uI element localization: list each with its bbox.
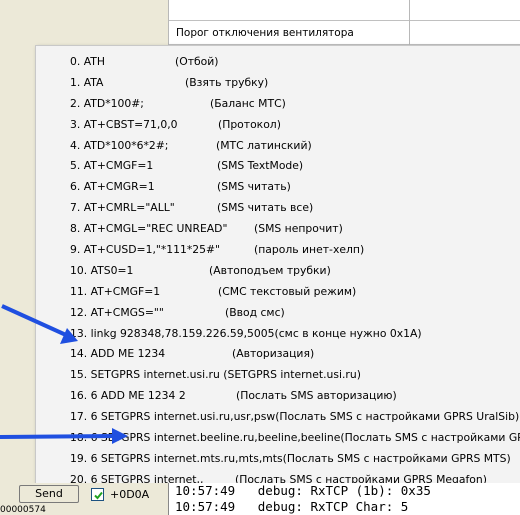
checkmark-icon — [94, 491, 103, 500]
menu-item-4[interactable]: 4. ATD*100*6*2#; (МТС латинский) — [70, 136, 520, 157]
menu-item-6[interactable]: 6. AT+CMGR=1 (SMS читать) — [70, 177, 520, 198]
menu-item-command: 9. AT+CUSD=1,"*111*25#" — [70, 243, 221, 257]
menu-item-command: 0. ATH — [70, 55, 105, 68]
menu-item-3[interactable]: 3. AT+CBST=71,0,0 (Протокол) — [70, 115, 520, 136]
menu-item-13[interactable]: 13. linkg 928348,78.159.226.59,5005(смс … — [70, 324, 520, 345]
log-line: 10:57:49 debug: RxTCP Char: 5 — [175, 499, 409, 514]
menu-item-19[interactable]: 19. 6 SETGPRS internet.mts.ru,mts,mts(По… — [70, 449, 520, 470]
menu-item-16[interactable]: 16. 6 ADD ME 1234 2 (Послать SMS авториза… — [70, 386, 520, 407]
append-crlf-checkbox[interactable] — [91, 488, 104, 501]
menu-item-11[interactable]: 11. AT+CMGF=1 (СМС текстовый режим) — [70, 282, 520, 303]
log-output[interactable]: 10:57:49 debug: RxTCP (1b): 0x35 10:57:4… — [168, 483, 520, 515]
table-cell-fan-threshold: Порог отключения вентилятора — [176, 27, 354, 39]
menu-item-18[interactable]: 18. 6 SETGPRS internet.beeline.ru,beelin… — [70, 428, 520, 449]
counter-text: 00000574 — [0, 505, 46, 515]
menu-item-20[interactable]: 20. 6 SETGPRS internet,, (Послать SMS с н… — [70, 470, 520, 483]
menu-item-5[interactable]: 5. AT+CMGF=1 (SMS TextMode) — [70, 156, 520, 177]
menu-item-command: 13. linkg 928348,78.159.226.59,5005(смс … — [70, 326, 422, 340]
menu-item-2[interactable]: 2. ATD*100#; (Баланс МТС) — [70, 94, 520, 115]
menu-item-description: (пароль инет-хелп) — [254, 243, 365, 257]
menu-item-description: (Протокол) — [218, 117, 281, 131]
menu-item-description: (Ввод смс) — [225, 305, 285, 319]
menu-item-command: 16. 6 ADD ME 1234 2 — [70, 389, 186, 403]
menu-item-9[interactable]: 9. AT+CUSD=1,"*111*25#" (пароль инет-хелп… — [70, 240, 520, 261]
menu-item-description: (МТС латинский) — [216, 138, 312, 152]
menu-item-command: 12. AT+CMGS="" — [70, 305, 164, 319]
menu-item-command: 18. 6 SETGPRS internet.beeline.ru,beelin… — [70, 431, 520, 445]
menu-item-1[interactable]: 1. ATA (Взять трубку) — [70, 73, 520, 94]
menu-item-command: 4. ATD*100*6*2#; — [70, 138, 169, 152]
log-line: 10:57:49 debug: RxTCP (1b): 0x35 — [175, 483, 431, 498]
menu-item-command: 1. ATA — [70, 75, 104, 89]
menu-item-description: (SMS непрочит) — [254, 222, 343, 236]
menu-item-command: 6. AT+CMGR=1 — [70, 180, 155, 194]
menu-item-17[interactable]: 17. 6 SETGPRS internet.usi.ru,usr,psw(По… — [70, 407, 520, 428]
send-button[interactable]: Send — [19, 485, 79, 503]
menu-item-command: 15. SETGPRS internet.usi.ru (SETGPRS int… — [70, 368, 361, 382]
append-crlf-label: +0D0A — [110, 488, 150, 501]
menu-item-8[interactable]: 8. AT+CMGL="REC UNREAD" (SMS непрочит) — [70, 219, 520, 240]
menu-item-description: (SMS TextMode) — [217, 159, 304, 173]
command-popup-menu: 0. ATH (Отбой) 1. ATA (Взять трубку) 2. ATD*… — [35, 45, 520, 483]
menu-item-12[interactable]: 12. AT+CMGS="" (Ввод смс) — [70, 303, 520, 324]
menu-item-command: 10. ATS0=1 — [70, 263, 134, 277]
menu-item-description: (Взять трубку) — [185, 75, 269, 89]
menu-item-command: 19. 6 SETGPRS internet.mts.ru,mts,mts(По… — [70, 451, 511, 465]
menu-item-command: 5. AT+CMGF=1 — [70, 159, 154, 173]
table-row-cut — [178, 0, 298, 6]
menu-item-command: 2. ATD*100#; — [70, 96, 144, 110]
menu-item-14[interactable]: 14. ADD ME 1234 (Авторизация) — [70, 344, 520, 365]
menu-item-description: (SMS читать) — [217, 180, 291, 194]
menu-item-description: (Послать SMS авторизацию) — [236, 389, 397, 403]
menu-item-description: (Отбой) — [175, 55, 219, 68]
menu-item-command: 7. AT+CMRL="ALL" — [70, 201, 175, 215]
menu-item-description: (Авторизация) — [232, 347, 315, 361]
menu-item-description: (СМС текстовый режим) — [218, 284, 357, 298]
menu-item-description: (SMS читать все) — [217, 201, 314, 215]
menu-item-0[interactable]: 0. ATH (Отбой) — [70, 52, 520, 73]
command-list: 0. ATH (Отбой) 1. ATA (Взять трубку) 2. ATD*… — [70, 52, 520, 483]
menu-item-command: 17. 6 SETGPRS internet.usi.ru,usr,psw(По… — [70, 410, 520, 424]
menu-item-description: (Баланс МТС) — [210, 96, 286, 110]
parameters-table: Порог отключения вентилятора — [168, 0, 520, 50]
menu-item-description: (Автоподъем трубки) — [209, 263, 331, 277]
menu-item-15[interactable]: 15. SETGPRS internet.usi.ru (SETGPRS int… — [70, 365, 520, 386]
menu-item-command: 11. AT+CMGF=1 — [70, 284, 161, 298]
menu-item-command: 14. ADD ME 1234 — [70, 347, 166, 361]
menu-item-command: 20. 6 SETGPRS internet,, — [70, 472, 204, 483]
menu-item-7[interactable]: 7. AT+CMRL="ALL" (SMS читать все) — [70, 198, 520, 219]
menu-item-command: 8. AT+CMGL="REC UNREAD" — [70, 222, 228, 236]
menu-item-command: 3. AT+CBST=71,0,0 — [70, 117, 178, 131]
menu-item-10[interactable]: 10. ATS0=1 (Автоподъем трубки) — [70, 261, 520, 282]
menu-item-description: (Послать SMS с настройками GPRS Megafon) — [235, 472, 487, 483]
